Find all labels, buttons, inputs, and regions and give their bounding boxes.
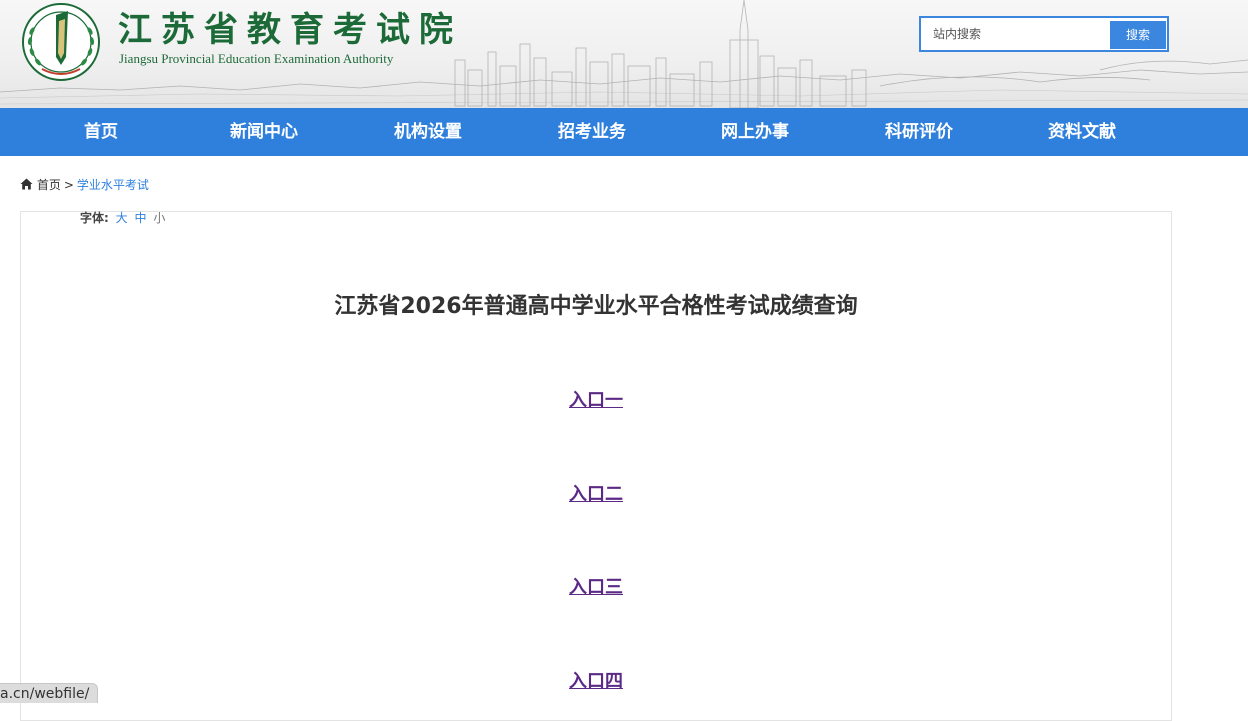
font-size-large-option[interactable]: 大 [116, 211, 128, 225]
entry-link-2[interactable]: 入口二 [569, 484, 623, 505]
nav-item-organization[interactable]: 机构设置 [368, 108, 488, 156]
nav-item-research[interactable]: 科研评价 [859, 108, 979, 156]
nav-item-online-services[interactable]: 网上办事 [695, 108, 815, 156]
font-size-small-option[interactable]: 小 [153, 211, 165, 225]
breadcrumb-home-link[interactable]: 首页 [37, 178, 61, 192]
logo-chinese-name: 江苏省教育考试院 [118, 10, 462, 50]
browser-status-url: a.cn/webfile/ [0, 683, 99, 703]
home-icon [20, 178, 33, 190]
breadcrumb-current-link[interactable]: 学业水平考试 [77, 178, 149, 192]
breadcrumb: 首页 > 学业水平考试 [20, 176, 149, 194]
content-panel: 字体: 大 中 小 江苏省2026年普通高中学业水平合格性考试成绩查询 入口一 … [20, 211, 1172, 721]
site-search: 搜索 [919, 16, 1169, 52]
entry-link-4[interactable]: 入口四 [569, 671, 623, 692]
font-size-switcher: 字体: 大 中 小 [80, 212, 165, 224]
logo-english-name: Jiangsu Provincial Education Examination… [119, 51, 394, 66]
entry-link-3[interactable]: 入口三 [569, 577, 623, 598]
nav-item-documents[interactable]: 资料文献 [1022, 108, 1142, 156]
entry-link-1[interactable]: 入口一 [569, 390, 623, 411]
nav-item-home[interactable]: 首页 [41, 108, 161, 156]
site-header: 江苏省教育考试院 Jiangsu Provincial Education Ex… [0, 0, 1248, 108]
entry-row-4: 入口四 [21, 667, 1171, 693]
authority-emblem-logo [22, 3, 100, 81]
nav-item-admissions[interactable]: 招考业务 [532, 108, 652, 156]
nav-item-news[interactable]: 新闻中心 [204, 108, 324, 156]
breadcrumb-separator: > [63, 178, 74, 192]
page-title: 江苏省2026年普通高中学业水平合格性考试成绩查询 [334, 294, 858, 319]
font-size-medium-option[interactable]: 中 [134, 211, 146, 225]
entry-row-2: 入口二 [21, 480, 1171, 506]
font-size-label: 字体: [80, 211, 109, 225]
search-input[interactable] [921, 18, 1107, 50]
entry-row-1: 入口一 [21, 386, 1171, 412]
entry-row-3: 入口三 [21, 573, 1171, 599]
main-nav: 首页 新闻中心 机构设置 招考业务 网上办事 科研评价 资料文献 [0, 108, 1248, 156]
search-button[interactable]: 搜索 [1110, 21, 1166, 49]
